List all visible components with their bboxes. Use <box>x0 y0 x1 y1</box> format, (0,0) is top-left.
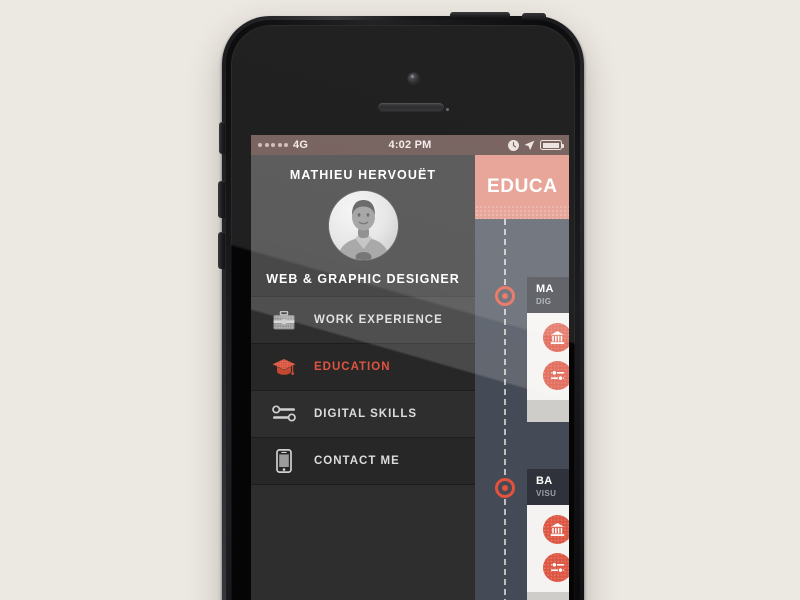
menu-item-label: DIGITAL SKILLS <box>314 408 418 420</box>
education-panel-title: EDUCA <box>475 155 569 219</box>
menu-item-education[interactable]: EDUCATION <box>251 343 475 390</box>
profile-header: MATHIEU HERVOUËT WEB & GRAPHIC DESIGNER <box>251 155 475 296</box>
timeline-entry-body <box>527 505 569 592</box>
front-camera-icon <box>408 73 419 84</box>
timeline-marker[interactable] <box>495 478 515 498</box>
profile-role: WEB & GRAPHIC DESIGNER <box>266 272 460 286</box>
menu-empty-area <box>251 484 475 600</box>
device-face: 4G 4:02 PM EDUCA MA DIG BA VISU MATHIEU … <box>231 25 575 600</box>
menu-item-label: EDUCATION <box>314 361 391 373</box>
menu-item-label: CONTACT ME <box>314 455 400 467</box>
menu-item-digital-skills[interactable]: DIGITAL SKILLS <box>251 390 475 437</box>
timeline-entry-footer <box>527 400 569 422</box>
mute-switch[interactable] <box>219 122 225 154</box>
status-bar: 4G 4:02 PM <box>251 135 569 155</box>
timeline-entry-title: BA <box>536 475 553 487</box>
power-button-secondary[interactable] <box>522 13 546 19</box>
timeline-entry-subtitle: VISU <box>536 489 557 498</box>
timeline-entry-card: MA DIG <box>527 277 569 313</box>
menu-item-contact-me[interactable]: CONTACT ME <box>251 437 475 484</box>
page-title: MATHIEU HERVOUËT <box>289 168 437 182</box>
timeline-entry[interactable]: BA VISU <box>527 469 569 600</box>
menu-list: WORK EXPERIENCE EDUCATION DIGITAL SKILLS… <box>251 296 475 484</box>
timeline-entry-title: MA <box>536 283 554 295</box>
menu-item-label: WORK EXPERIENCE <box>314 314 443 326</box>
bank-institution-icon[interactable] <box>542 515 569 544</box>
main-menu-pane: MATHIEU HERVOUËT WEB & GRAPHIC DESIGNER … <box>251 155 475 600</box>
sliders-icon <box>269 405 299 423</box>
alarm-clock-icon <box>508 139 519 151</box>
sliders-icon[interactable] <box>542 553 569 582</box>
menu-item-work-experience[interactable]: WORK EXPERIENCE <box>251 296 475 343</box>
app-screen: 4G 4:02 PM EDUCA MA DIG BA VISU MATHIEU … <box>251 135 569 600</box>
timeline-dashed-line <box>504 219 506 600</box>
sliders-icon[interactable] <box>542 361 569 390</box>
volume-up-button[interactable] <box>218 181 225 218</box>
timeline-entry-body <box>527 313 569 400</box>
power-button[interactable] <box>450 12 510 19</box>
location-arrow-icon <box>524 140 535 150</box>
timeline-entry-footer <box>527 592 569 600</box>
screenshot-canvas: 4G 4:02 PM EDUCA MA DIG BA VISU MATHIEU … <box>0 0 800 600</box>
education-timeline-panel: EDUCA MA DIG BA VISU <box>475 155 569 600</box>
battery-icon <box>540 140 564 150</box>
briefcase-icon <box>269 310 299 330</box>
timeline-marker[interactable] <box>495 286 515 306</box>
iphone-device-frame: 4G 4:02 PM EDUCA MA DIG BA VISU MATHIEU … <box>218 12 584 600</box>
mobile-phone-icon <box>269 449 299 473</box>
status-bar-right <box>508 139 564 151</box>
timeline-entry[interactable]: MA DIG <box>527 277 569 422</box>
earpiece-speaker <box>378 103 449 112</box>
timeline-entry-card: BA VISU <box>527 469 569 505</box>
volume-down-button[interactable] <box>218 232 225 269</box>
graduation-cap-icon <box>269 358 299 377</box>
timeline-entry-subtitle: DIG <box>536 297 552 306</box>
bank-institution-icon[interactable] <box>542 323 569 352</box>
avatar <box>328 191 398 260</box>
